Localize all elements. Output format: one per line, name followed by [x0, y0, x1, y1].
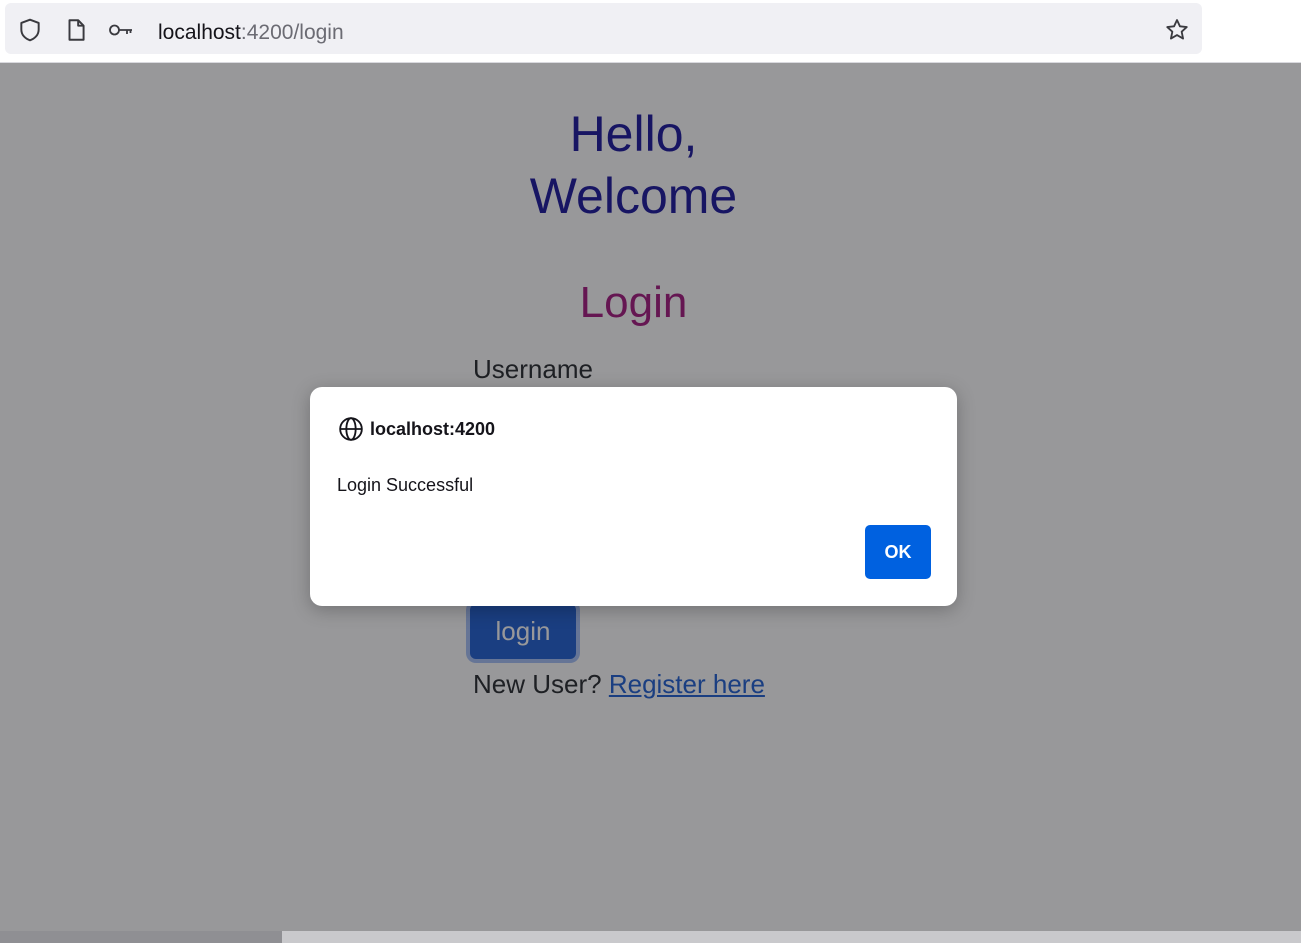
- key-icon[interactable]: [108, 17, 134, 43]
- url-text[interactable]: localhost:4200/login: [158, 19, 344, 47]
- page-icon[interactable]: [63, 17, 89, 43]
- scrollbar-thumb[interactable]: [0, 931, 282, 943]
- dialog-origin: localhost:4200: [338, 416, 495, 442]
- alert-dialog: localhost:4200 Login Successful OK: [310, 387, 957, 606]
- dialog-message: Login Successful: [337, 475, 474, 495]
- browser-toolbar: localhost:4200/login: [0, 0, 1301, 63]
- url-path: :4200/login: [240, 21, 344, 44]
- url-host: localhost: [158, 21, 241, 44]
- star-icon[interactable]: [1164, 17, 1190, 43]
- ok-button[interactable]: OK: [865, 525, 931, 579]
- horizontal-scrollbar[interactable]: [0, 931, 1301, 943]
- address-bar[interactable]: localhost:4200/login: [5, 3, 1202, 54]
- globe-icon: [339, 417, 363, 441]
- dialog-origin-text: localhost:4200: [370, 418, 496, 439]
- shield-icon[interactable]: [17, 17, 43, 43]
